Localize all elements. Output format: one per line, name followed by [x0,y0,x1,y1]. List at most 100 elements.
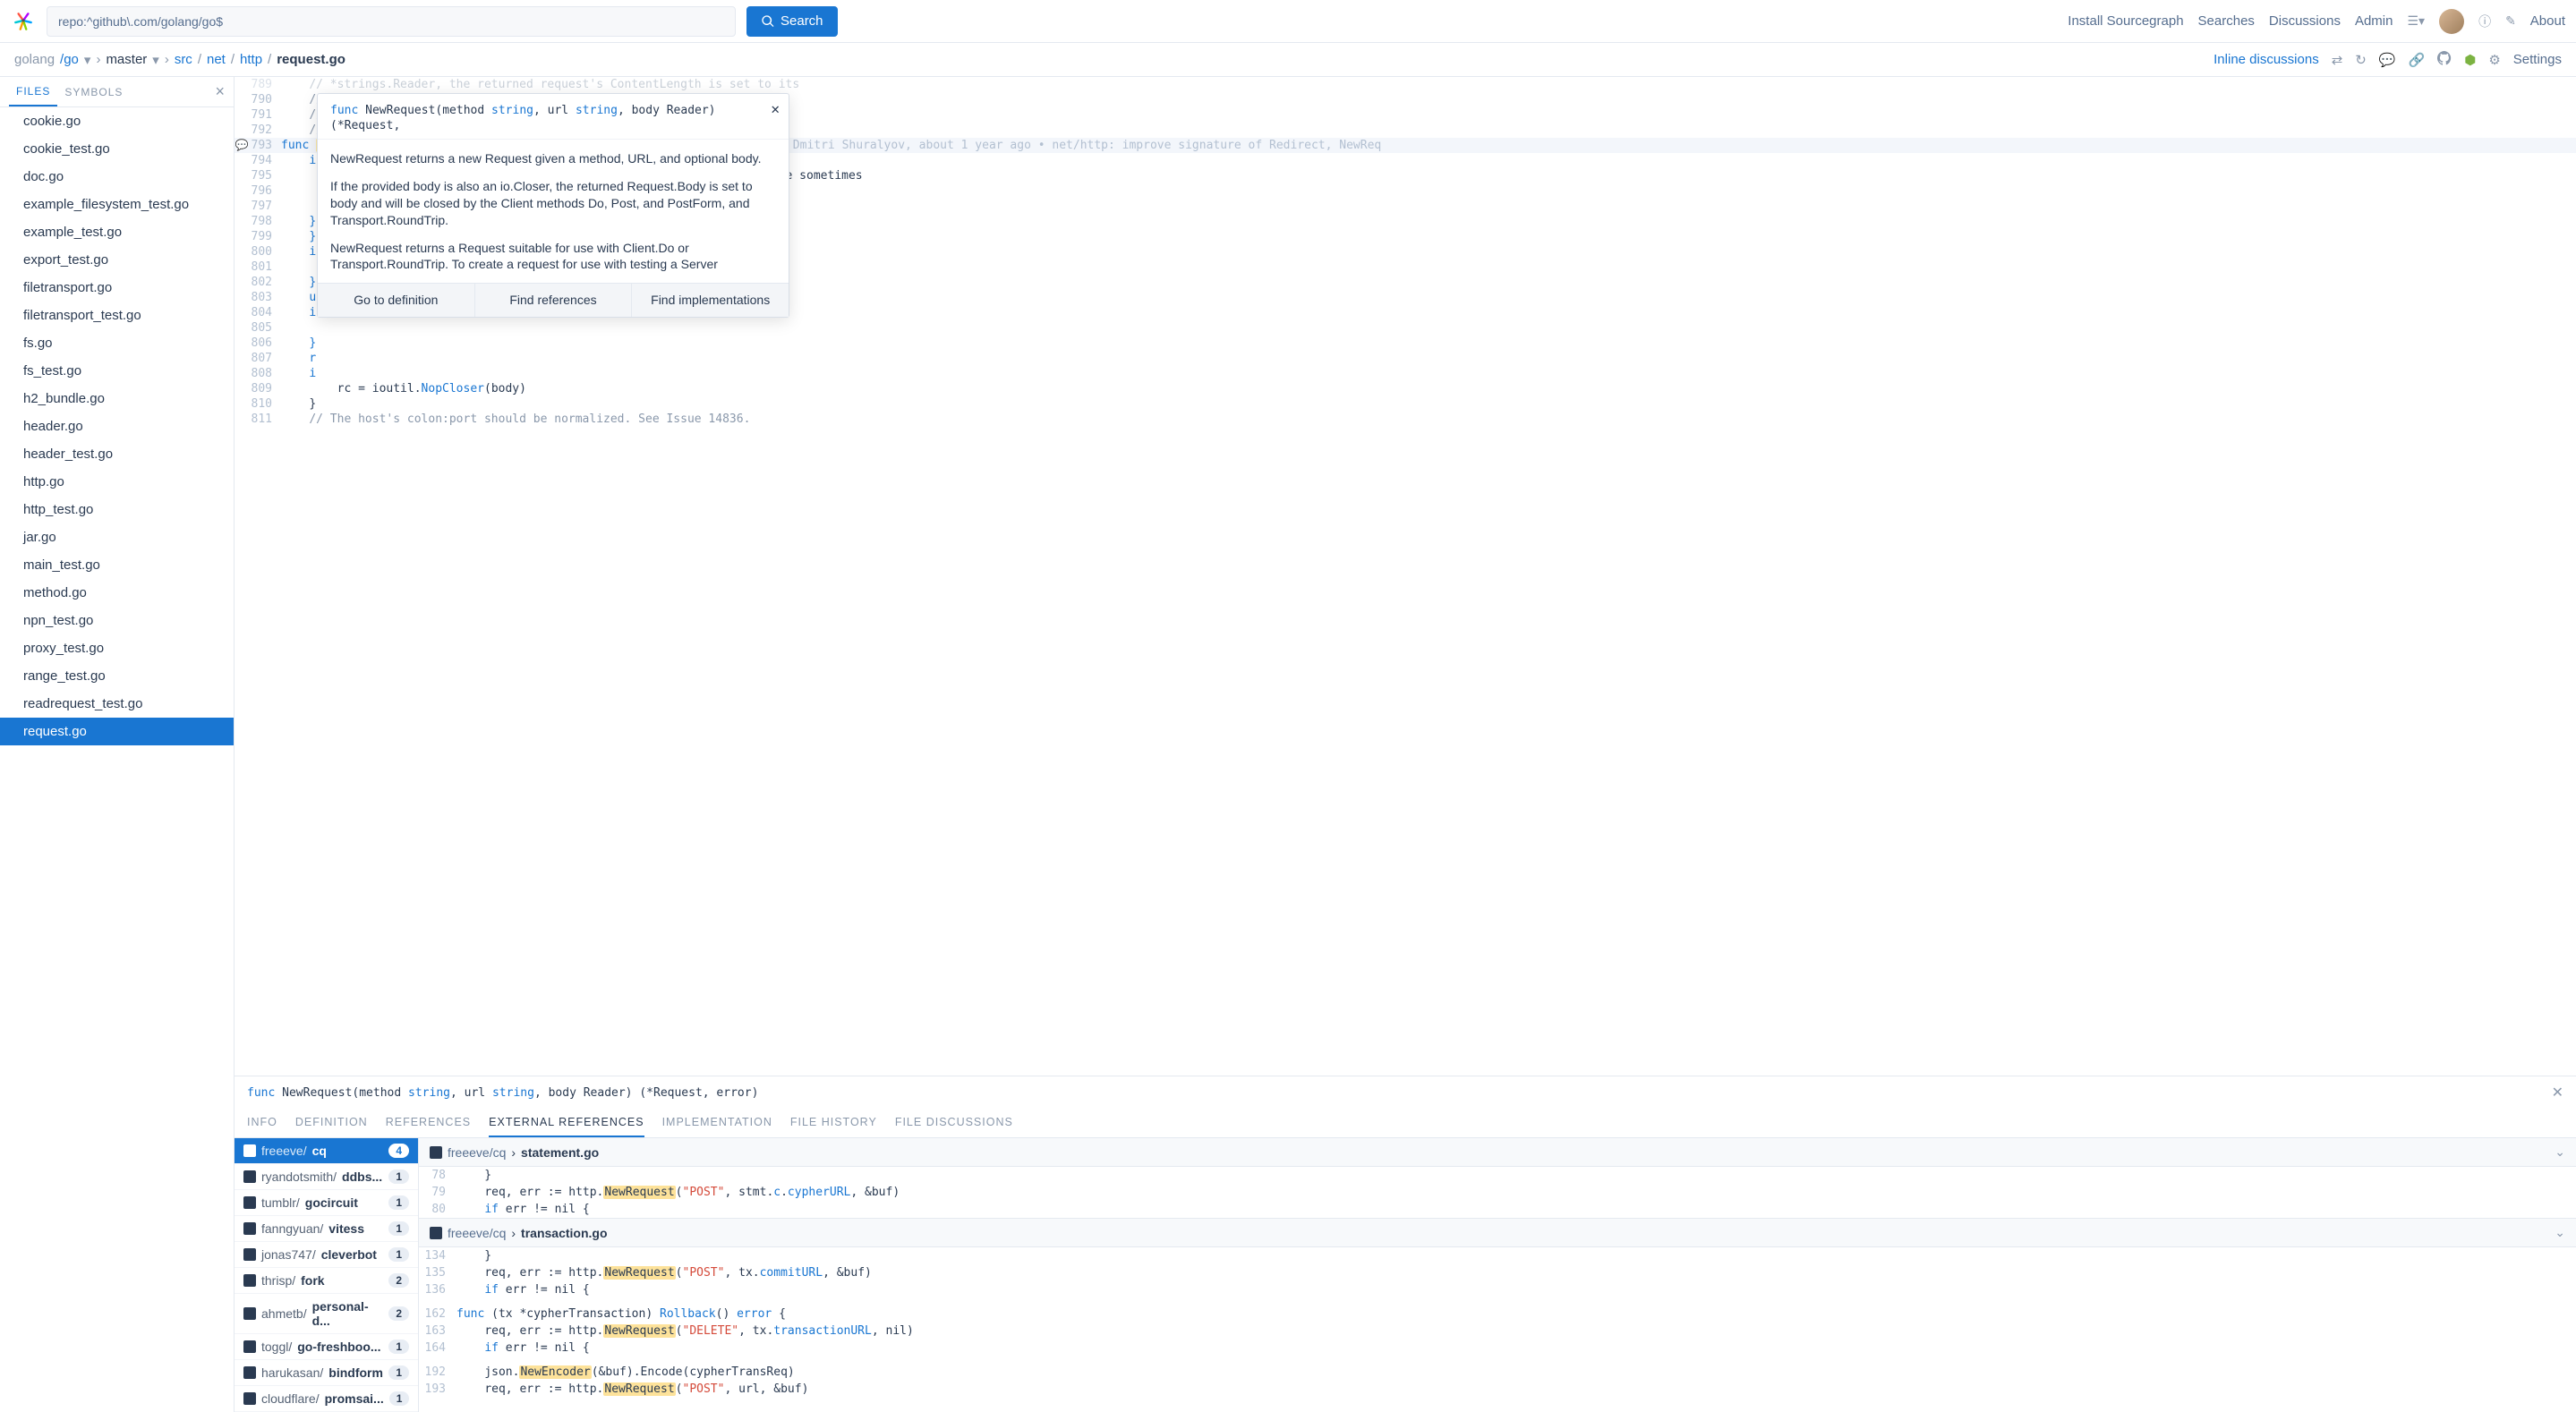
file-item[interactable]: jar.go [0,523,234,551]
go-to-definition-button[interactable]: Go to definition [318,284,475,317]
bc-seg-2[interactable]: http [240,52,262,67]
repo-item[interactable]: toggl/go-freshboo...1 [235,1334,418,1360]
file-item[interactable]: header.go [0,413,234,440]
chevron-down-icon[interactable]: ▾ [152,52,159,68]
file-item[interactable]: example_test.go [0,218,234,246]
file-item[interactable]: main_test.go [0,551,234,579]
ref-line[interactable]: 164 if err != nil { [419,1340,2576,1357]
ref-line[interactable]: 192 json.NewEncoder(&buf).Encode(cypherT… [419,1364,2576,1381]
tab-symbols[interactable]: SYMBOLS [57,79,130,106]
ref-line[interactable]: 136 if err != nil { [419,1281,2576,1298]
ref-line[interactable]: 79 req, err := http.NewRequest("POST", s… [419,1184,2576,1201]
file-item[interactable]: fs_test.go [0,357,234,385]
code-line[interactable]: 809 rc = ioutil.NopCloser(body) [235,381,2576,396]
file-item[interactable]: proxy_test.go [0,634,234,662]
bc-repo[interactable]: /go [60,52,79,67]
file-item[interactable]: example_filesystem_test.go [0,191,234,218]
settings-link[interactable]: Settings [2513,52,2562,67]
nav-discussions[interactable]: Discussions [2269,13,2341,29]
panel-tab[interactable]: EXTERNAL REFERENCES [489,1109,644,1137]
ref-line[interactable]: 162func (tx *cypherTransaction) Rollback… [419,1306,2576,1323]
file-item[interactable]: method.go [0,579,234,607]
file-item[interactable]: doc.go [0,163,234,191]
bc-owner[interactable]: golang [14,52,55,67]
ref-line[interactable]: 78 } [419,1167,2576,1184]
file-item[interactable]: cookie.go [0,107,234,135]
repo-item[interactable]: cloudflare/promsai...1 [235,1386,418,1412]
repo-item[interactable]: harukasan/bindform1 [235,1360,418,1386]
close-icon[interactable]: ✕ [771,101,780,116]
ref-line[interactable]: 135 req, err := http.NewRequest("POST", … [419,1264,2576,1281]
find-implementations-button[interactable]: Find implementations [632,284,789,317]
inline-discussions-link[interactable]: Inline discussions [2213,52,2319,67]
discussion-icon[interactable]: 💬 [2379,52,2396,68]
repo-item[interactable]: tumblr/gocircuit1 [235,1190,418,1216]
bc-branch[interactable]: master [106,52,147,67]
extension-icon[interactable]: ⬢ [2464,52,2476,68]
file-item[interactable]: readrequest_test.go [0,690,234,718]
chevron-down-icon[interactable]: ⌄ [2555,1144,2565,1160]
repo-item[interactable]: freeeve/cq4 [235,1138,418,1164]
file-item[interactable]: http.go [0,468,234,496]
file-item[interactable]: filetransport_test.go [0,302,234,329]
file-item[interactable]: export_test.go [0,246,234,274]
code-line[interactable]: 789 // *strings.Reader, the returned req… [235,77,2576,92]
panel-tab[interactable]: IMPLEMENTATION [662,1109,772,1137]
nav-admin[interactable]: Admin [2355,13,2393,29]
panel-tab[interactable]: DEFINITION [295,1109,368,1137]
ref-file-header[interactable]: freeeve/cq › transaction.go⌄ [419,1218,2576,1247]
panel-tab[interactable]: FILE DISCUSSIONS [895,1109,1013,1137]
code-line[interactable]: 811 // The host's colon:port should be n… [235,412,2576,427]
file-item[interactable]: h2_bundle.go [0,385,234,413]
nav-install[interactable]: Install Sourcegraph [2068,13,2183,29]
ref-line[interactable]: 80 if err != nil { [419,1201,2576,1218]
search-box[interactable] [47,6,736,37]
repo-item[interactable]: fanngyuan/vitess1 [235,1216,418,1242]
find-references-button[interactable]: Find references [475,284,633,317]
link-icon[interactable]: 🔗 [2409,52,2426,68]
file-item[interactable]: request.go [0,718,234,745]
code-line[interactable]: 805 [235,320,2576,336]
close-icon[interactable]: × [215,82,225,101]
code-line[interactable]: 806 } [235,336,2576,351]
code-line[interactable]: 808 i [235,366,2576,381]
ref-file-header[interactable]: freeeve/cq › statement.go⌄ [419,1138,2576,1167]
close-icon[interactable]: ✕ [2552,1084,2563,1102]
panel-tab[interactable]: REFERENCES [386,1109,471,1137]
menu-icon[interactable]: ☰▾ [2407,13,2425,29]
panel-tab[interactable]: INFO [247,1109,277,1137]
help-icon[interactable]: ⓘ [2478,13,2491,30]
repo-item[interactable]: ryandotsmith/ddbs...1 [235,1164,418,1190]
repo-item[interactable]: ahmetb/personal-d...2 [235,1294,418,1334]
panel-tab[interactable]: FILE HISTORY [790,1109,877,1137]
code-line[interactable]: 810 } [235,396,2576,412]
gear-icon[interactable]: ⚙ [2488,52,2500,68]
logo[interactable] [11,9,36,34]
chevron-down-icon[interactable]: ▾ [84,52,91,68]
tab-files[interactable]: FILES [9,78,57,106]
feedback-icon[interactable]: ✎ [2505,13,2516,29]
ref-line[interactable]: 163 req, err := http.NewRequest("DELETE"… [419,1323,2576,1340]
file-item[interactable]: range_test.go [0,662,234,690]
file-item[interactable]: npn_test.go [0,607,234,634]
ref-line[interactable]: 134 } [419,1247,2576,1264]
repo-item[interactable]: thrisp/fork2 [235,1268,418,1294]
file-item[interactable]: header_test.go [0,440,234,468]
toggle-panel-icon[interactable]: ⇄ [2332,52,2343,68]
file-item[interactable]: cookie_test.go [0,135,234,163]
file-item[interactable]: fs.go [0,329,234,357]
history-icon[interactable]: ↻ [2355,52,2367,68]
code-line[interactable]: 807 r [235,351,2576,366]
bc-seg-1[interactable]: net [207,52,226,67]
file-item[interactable]: filetransport.go [0,274,234,302]
file-item[interactable]: http_test.go [0,496,234,523]
search-button[interactable]: Search [746,6,838,37]
chevron-down-icon[interactable]: ⌄ [2555,1225,2565,1240]
github-icon[interactable] [2437,51,2452,69]
repo-item[interactable]: jonas747/cleverbot1 [235,1242,418,1268]
avatar[interactable] [2439,9,2464,34]
nav-searches[interactable]: Searches [2198,13,2255,29]
bc-seg-0[interactable]: src [175,52,192,67]
nav-about[interactable]: About [2530,13,2565,29]
ref-line[interactable]: 193 req, err := http.NewRequest("POST", … [419,1381,2576,1398]
